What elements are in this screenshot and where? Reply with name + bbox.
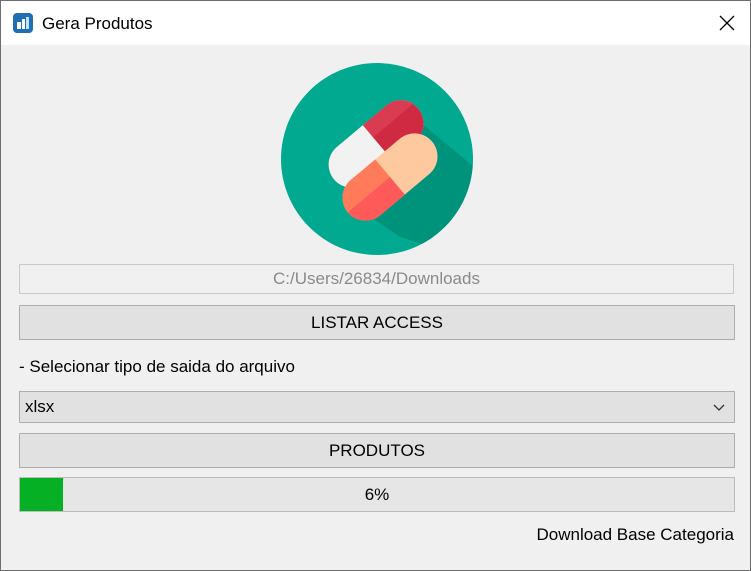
listar-access-button[interactable]: LISTAR ACCESS bbox=[19, 305, 735, 340]
progress-bar: 6% bbox=[19, 477, 735, 512]
progress-percent-label: 6% bbox=[364, 485, 390, 504]
output-type-select[interactable]: xlsx bbox=[19, 391, 735, 423]
chevron-down-icon bbox=[713, 404, 725, 411]
app-window: Gera Produtos C:/Users/26834/Downloads L bbox=[0, 0, 751, 571]
output-type-label: - Selecionar tipo de saida do arquivo bbox=[19, 357, 295, 376]
close-icon bbox=[719, 15, 735, 31]
medication-app-icon bbox=[13, 13, 33, 33]
download-base-categoria-link[interactable]: Download Base Categoria bbox=[536, 524, 734, 546]
window-title: Gera Produtos bbox=[42, 14, 153, 33]
pills-capsule-logo bbox=[281, 63, 473, 255]
directory-path-field[interactable]: C:/Users/26834/Downloads bbox=[19, 264, 734, 294]
title-bar: Gera Produtos bbox=[1, 1, 750, 45]
produtos-button[interactable]: PRODUTOS bbox=[19, 433, 735, 468]
close-button[interactable] bbox=[704, 1, 750, 45]
output-type-selected-value: xlsx bbox=[25, 397, 55, 416]
